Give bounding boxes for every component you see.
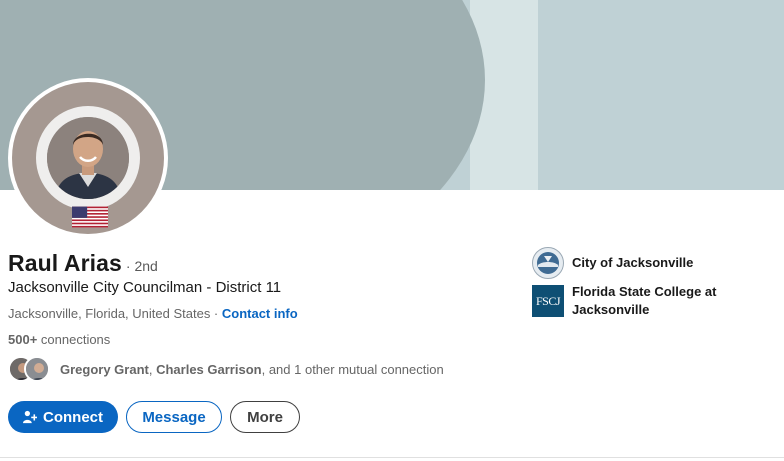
mutual-suffix: , and 1 other mutual connection [261, 361, 444, 377]
profile-name: Raul Arias [8, 250, 122, 276]
divider [0, 457, 784, 458]
profile-card: Raul Arias · 2nd Jacksonville City Counc… [0, 0, 784, 461]
connections-count: 500+ [8, 332, 38, 347]
mutual-name-1: Gregory Grant [60, 361, 149, 377]
connect-button[interactable]: Connect [8, 401, 118, 433]
avatar-photo [47, 117, 129, 199]
profile-photo[interactable] [8, 78, 168, 238]
separator: · [210, 306, 222, 321]
add-user-icon [23, 410, 37, 424]
mutual-connections-text: Gregory Grant, Charles Garrison, and 1 o… [60, 362, 444, 377]
profile-actions: Connect Message More [8, 401, 300, 433]
connection-degree: · 2nd [125, 258, 158, 274]
profile-headline: Jacksonville City Councilman - District … [8, 279, 282, 296]
person-icon [26, 358, 48, 380]
org-city-of-jacksonville[interactable]: City of Jacksonville [532, 247, 762, 279]
mutual-name-2: Charles Garrison [156, 361, 262, 377]
location-row: Jacksonville, Florida, United States · C… [8, 306, 298, 321]
connections-link[interactable]: 500+ connections [8, 332, 110, 347]
us-flag-icon [72, 206, 108, 228]
contact-info-link[interactable]: Contact info [222, 306, 298, 321]
org-name: City of Jacksonville [572, 255, 694, 270]
profile-location: Jacksonville, Florida, United States [8, 306, 211, 321]
avatar-frame [12, 82, 164, 234]
city-seal-icon [532, 247, 564, 279]
name-row: Raul Arias · 2nd [8, 250, 158, 277]
connect-label: Connect [43, 408, 103, 426]
mutual-avatars [8, 354, 54, 384]
connections-label: connections [37, 332, 111, 347]
fscj-logo: FSCJ [532, 285, 564, 317]
org-name: Florida State College at Jacksonville [572, 284, 717, 317]
person-portrait-icon [47, 117, 129, 199]
message-button[interactable]: Message [126, 401, 222, 433]
org-fscj[interactable]: FSCJ Florida State College at Jacksonvil… [532, 284, 762, 319]
mutual-avatar [24, 356, 50, 382]
mutual-connections[interactable]: Gregory Grant, Charles Garrison, and 1 o… [8, 354, 444, 384]
cover-band-right [538, 0, 784, 190]
more-button[interactable]: More [230, 401, 300, 433]
mutual-comma: , [148, 361, 157, 377]
